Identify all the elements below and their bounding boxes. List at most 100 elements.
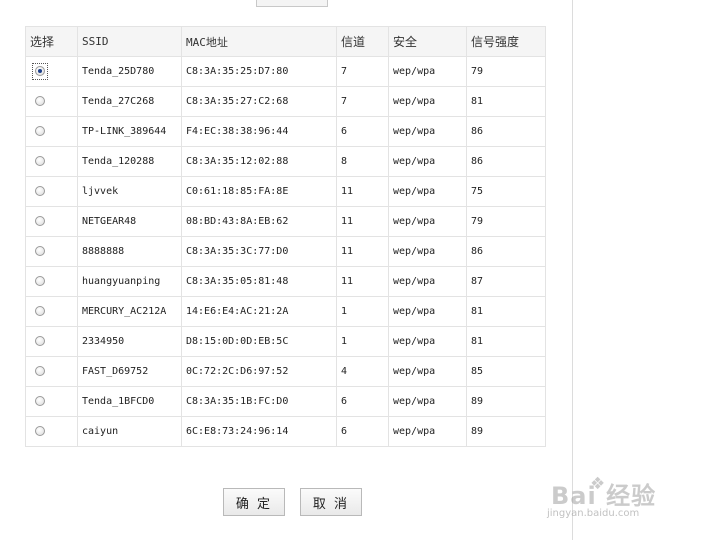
table-row[interactable]: huangyuanping C8:3A:35:05:81:48 11 wep/wpa 8… <box>25 266 546 297</box>
channel-cell: 1 <box>336 326 389 357</box>
radio-wrapper[interactable] <box>33 244 47 259</box>
security-cell: wep/wpa <box>388 146 467 177</box>
cancel-button[interactable]: 取 消 <box>300 488 362 516</box>
radio-wrapper[interactable] <box>33 364 47 379</box>
network-radio[interactable] <box>35 66 45 76</box>
network-radio[interactable] <box>35 366 45 376</box>
signal-cell: 86 <box>466 146 546 177</box>
select-cell[interactable] <box>25 416 78 447</box>
channel-cell: 7 <box>336 56 389 87</box>
radio-wrapper[interactable] <box>33 424 47 439</box>
select-cell[interactable] <box>25 236 78 267</box>
select-cell[interactable] <box>25 56 78 87</box>
security-cell: wep/wpa <box>388 416 467 447</box>
network-radio[interactable] <box>35 216 45 226</box>
select-cell[interactable] <box>25 326 78 357</box>
header-channel: 信道 <box>336 26 389 57</box>
table-row[interactable]: Tenda_27C268 C8:3A:35:27:C2:68 7 wep/wpa 81 <box>25 86 546 117</box>
signal-cell: 87 <box>466 266 546 297</box>
select-cell[interactable] <box>25 206 78 237</box>
select-cell[interactable] <box>25 176 78 207</box>
select-cell[interactable] <box>25 296 78 327</box>
header-mac: MAC地址 <box>181 26 337 57</box>
ssid-cell: 8888888 <box>77 236 182 267</box>
table-row[interactable]: NETGEAR48 08:BD:43:8A:EB:62 11 wep/wpa 79 <box>25 206 546 237</box>
watermark-url: jingyan.baidu.com <box>547 508 640 519</box>
mac-cell: F4:EC:38:38:96:44 <box>181 116 337 147</box>
mac-cell: C8:3A:35:1B:FC:D0 <box>181 386 337 417</box>
security-cell: wep/wpa <box>388 116 467 147</box>
ssid-cell: huangyuanping <box>77 266 182 297</box>
ssid-cell: MERCURY_AC212A <box>77 296 182 327</box>
radio-wrapper[interactable] <box>33 94 47 109</box>
select-cell[interactable] <box>25 386 78 417</box>
table-row[interactable]: Tenda_1BFCD0 C8:3A:35:1B:FC:D0 6 wep/wpa 89 <box>25 386 546 417</box>
header-security: 安全 <box>388 26 467 57</box>
previous-button[interactable] <box>256 0 328 7</box>
mac-cell: 14:E6:E4:AC:21:2A <box>181 296 337 327</box>
mac-cell: C8:3A:35:27:C2:68 <box>181 86 337 117</box>
table-row[interactable]: 8888888 C8:3A:35:3C:77:D0 11 wep/wpa 86 <box>25 236 546 267</box>
table-row[interactable]: ljvvek C0:61:18:85:FA:8E 11 wep/wpa 75 <box>25 176 546 207</box>
channel-cell: 11 <box>336 236 389 267</box>
radio-wrapper[interactable] <box>33 334 47 349</box>
channel-cell: 6 <box>336 116 389 147</box>
channel-cell: 6 <box>336 386 389 417</box>
select-cell[interactable] <box>25 86 78 117</box>
radio-wrapper[interactable] <box>33 214 47 229</box>
wifi-network-table: 选择 SSID MAC地址 信道 安全 信号强度 Tenda_25D780 C8:… <box>25 26 546 447</box>
table-row[interactable]: 2334950 D8:15:0D:0D:EB:5C 1 wep/wpa 81 <box>25 326 546 357</box>
security-cell: wep/wpa <box>388 296 467 327</box>
signal-cell: 89 <box>466 416 546 447</box>
ssid-cell: caiyun <box>77 416 182 447</box>
network-radio[interactable] <box>35 246 45 256</box>
confirm-button[interactable]: 确 定 <box>223 488 285 516</box>
radio-wrapper[interactable] <box>33 124 47 139</box>
channel-cell: 11 <box>336 206 389 237</box>
table-row[interactable]: Tenda_25D780 C8:3A:35:25:D7:80 7 wep/wpa 79 <box>25 56 546 87</box>
radio-wrapper[interactable] <box>32 63 48 80</box>
table-row[interactable]: MERCURY_AC212A 14:E6:E4:AC:21:2A 1 wep/wpa 8… <box>25 296 546 327</box>
signal-cell: 81 <box>466 326 546 357</box>
network-radio[interactable] <box>35 156 45 166</box>
ssid-cell: ljvvek <box>77 176 182 207</box>
security-cell: wep/wpa <box>388 86 467 117</box>
select-cell[interactable] <box>25 146 78 177</box>
signal-cell: 86 <box>466 236 546 267</box>
channel-cell: 11 <box>336 266 389 297</box>
select-cell[interactable] <box>25 116 78 147</box>
network-radio[interactable] <box>35 186 45 196</box>
signal-cell: 81 <box>466 86 546 117</box>
network-radio[interactable] <box>35 306 45 316</box>
channel-cell: 11 <box>336 176 389 207</box>
header-ssid: SSID <box>77 26 182 57</box>
select-cell[interactable] <box>25 266 78 297</box>
network-radio[interactable] <box>35 276 45 286</box>
network-radio[interactable] <box>35 396 45 406</box>
security-cell: wep/wpa <box>388 56 467 87</box>
network-radio[interactable] <box>35 336 45 346</box>
security-cell: wep/wpa <box>388 176 467 207</box>
mac-cell: C8:3A:35:25:D7:80 <box>181 56 337 87</box>
radio-wrapper[interactable] <box>33 274 47 289</box>
table-header-row: 选择 SSID MAC地址 信道 安全 信号强度 <box>25 26 546 57</box>
select-cell[interactable] <box>25 356 78 387</box>
network-radio[interactable] <box>35 96 45 106</box>
channel-cell: 6 <box>336 416 389 447</box>
radio-wrapper[interactable] <box>33 184 47 199</box>
ssid-cell: Tenda_120288 <box>77 146 182 177</box>
table-row[interactable]: FAST_D69752 0C:72:2C:D6:97:52 4 wep/wpa 85 <box>25 356 546 387</box>
radio-wrapper[interactable] <box>33 154 47 169</box>
security-cell: wep/wpa <box>388 356 467 387</box>
network-radio[interactable] <box>35 126 45 136</box>
table-row[interactable]: Tenda_120288 C8:3A:35:12:02:88 8 wep/wpa 86 <box>25 146 546 177</box>
header-signal: 信号强度 <box>466 26 546 57</box>
channel-cell: 8 <box>336 146 389 177</box>
radio-wrapper[interactable] <box>33 394 47 409</box>
table-row[interactable]: TP-LINK_389644 F4:EC:38:38:96:44 6 wep/wpa 8… <box>25 116 546 147</box>
radio-wrapper[interactable] <box>33 304 47 319</box>
table-row[interactable]: caiyun 6C:E8:73:24:96:14 6 wep/wpa 89 <box>25 416 546 447</box>
ssid-cell: FAST_D69752 <box>77 356 182 387</box>
ssid-cell: NETGEAR48 <box>77 206 182 237</box>
network-radio[interactable] <box>35 426 45 436</box>
